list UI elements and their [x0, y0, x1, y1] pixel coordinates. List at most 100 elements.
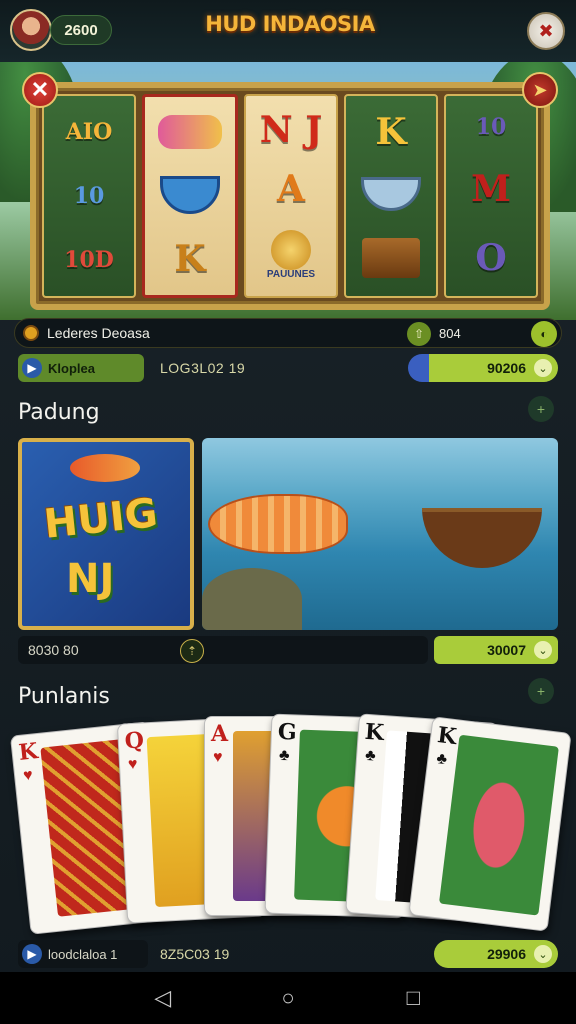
- cup-symbol: [361, 176, 421, 211]
- section-title-second: Punlanis: [18, 684, 110, 709]
- chest-symbol: [362, 238, 420, 279]
- chevron-down-icon: ⌄: [534, 641, 552, 659]
- coin-balance: 2600: [50, 15, 112, 45]
- feature-value-pill[interactable]: 30007 ⌄: [434, 636, 558, 664]
- arrow-icon: ➤: [532, 79, 548, 100]
- info-row-2: ▶ loodclaloa 1 8Z5C03 19 29906 ⌄: [0, 940, 576, 970]
- value-text: 90206: [487, 360, 526, 376]
- card-suit: ♣: [364, 746, 377, 765]
- coin-symbol: [271, 230, 311, 271]
- reel-3-symbol-1: N J: [259, 108, 323, 151]
- bottom-pill[interactable]: ▶ loodclaloa 1: [18, 940, 148, 968]
- card-rank: Q: [124, 727, 145, 755]
- settings-button[interactable]: ✖: [527, 12, 565, 50]
- recents-square-icon: □: [406, 985, 420, 1010]
- reel-4-symbol-1: K: [375, 110, 407, 153]
- reel-1-symbol-1: AIO: [65, 119, 113, 145]
- players-icon: ⇧: [407, 322, 431, 346]
- play-icon: ▶: [22, 944, 42, 964]
- candy-symbol: [158, 114, 222, 149]
- reel-2-symbol-3: K: [174, 238, 206, 281]
- card-rank: K: [363, 718, 385, 747]
- coin-balance-value: 2600: [64, 21, 98, 39]
- feature-info-bar: 8030 80 ⇡: [18, 636, 428, 664]
- fish-icon: [70, 454, 140, 482]
- reel-5-symbol-3: O: [475, 236, 507, 279]
- card-suit: ♥: [22, 766, 34, 785]
- info-text: LOG3L02 19: [160, 360, 246, 376]
- leaders-action-button[interactable]: ◐: [531, 321, 557, 347]
- value-pill[interactable]: 90206 ⌄: [408, 354, 558, 382]
- reel-3: N J A PAUUNES: [244, 94, 338, 298]
- close-icon: ✕: [30, 77, 50, 102]
- leaders-count: 804: [439, 326, 461, 341]
- plus-icon: +: [536, 683, 546, 699]
- chevron-down-icon: ⌄: [534, 359, 552, 377]
- section-expand-button-second[interactable]: +: [528, 678, 554, 704]
- bottom-value-pill[interactable]: 29906 ⌄: [434, 940, 558, 968]
- section-expand-button-first[interactable]: +: [528, 396, 554, 422]
- system-nav-bar: ◁ ○ □: [0, 972, 576, 1024]
- back-button[interactable]: ◁: [148, 983, 178, 1013]
- info-pill[interactable]: ▶ Kloplea: [18, 354, 144, 382]
- chevron-down-icon: ⌄: [534, 945, 552, 963]
- bottom-text: 8Z5C03 19: [160, 946, 230, 962]
- card-suit: ♥: [213, 749, 223, 766]
- rock-image: [202, 568, 302, 630]
- app-title: HUD INDAOSIA: [205, 12, 375, 36]
- feature-value-text: 30007: [487, 642, 526, 658]
- reel-2: K: [142, 94, 238, 298]
- playing-card[interactable]: K ♣: [408, 716, 572, 932]
- card-rank: A: [211, 721, 229, 747]
- home-circle-icon: ○: [281, 985, 295, 1010]
- reel-3-symbol-2: A: [277, 167, 305, 210]
- hero-word-1: HUIG: [41, 490, 160, 548]
- reel-5-symbol-1: 10: [475, 114, 507, 141]
- close-button[interactable]: ✕: [22, 72, 58, 108]
- feature-info-text: 8030 80: [28, 642, 79, 658]
- game-card-fishing[interactable]: [202, 438, 558, 630]
- card-suit: ♥: [127, 755, 138, 774]
- play-icon: ▶: [22, 358, 42, 378]
- reel-1: AIO 10 10D: [42, 94, 136, 298]
- card-rank: K: [17, 738, 40, 766]
- trophy-icon: [23, 325, 39, 341]
- slot-machine: AIO 10 10D K N J A PAUUNES K 10 M O: [0, 62, 576, 320]
- fish-image: [208, 494, 348, 554]
- section-title-first: Padung: [18, 400, 100, 425]
- top-bar: 2600 HUD INDAOSIA ✖: [0, 0, 576, 62]
- playing-cards: K ♥ Q ♥ A ♥ G ♣ K ♣ K ♣: [0, 710, 576, 940]
- bottom-value-text: 29906: [487, 946, 526, 962]
- hero-word-2: NJ: [66, 556, 115, 602]
- reel-4: K: [344, 94, 438, 298]
- card-rank: K: [435, 722, 459, 751]
- spin-button[interactable]: ➤: [522, 72, 558, 108]
- info-row-1: ▶ Kloplea LOG3L02 19 90206 ⌄: [0, 354, 576, 384]
- info-pill-label: Kloplea: [48, 360, 95, 376]
- card-suit: ♣: [278, 746, 290, 765]
- slot-frame: AIO 10 10D K N J A PAUUNES K 10 M O: [30, 82, 550, 310]
- leaders-label: Lederes Deoasa: [47, 325, 150, 341]
- bowl-symbol: [160, 175, 220, 214]
- game-card-hero[interactable]: HUIG NJ: [18, 438, 194, 630]
- reel-5: 10 M O: [444, 94, 538, 298]
- boat-image: [422, 508, 542, 568]
- avatar[interactable]: [10, 9, 52, 51]
- feature-info-icon[interactable]: ⇡: [180, 639, 204, 663]
- plus-icon: +: [536, 401, 546, 417]
- card-suit: ♣: [435, 750, 449, 769]
- reel-caption: PAUUNES: [266, 269, 316, 281]
- reel-3-symbol-3: PAUUNES: [267, 230, 315, 280]
- back-triangle-icon: ◁: [154, 985, 172, 1010]
- card-art: [438, 734, 559, 916]
- reel-1-symbol-2: 10: [73, 183, 105, 209]
- reel-1-symbol-3: 10D: [64, 247, 114, 273]
- recents-button[interactable]: □: [398, 983, 428, 1013]
- app-root: 2600 HUD INDAOSIA ✖ AIO 10 10D K N J A P…: [0, 0, 576, 1024]
- settings-icon: ✖: [538, 20, 554, 41]
- home-button[interactable]: ○: [273, 983, 303, 1013]
- bottom-pill-label: loodclaloa 1: [48, 946, 118, 962]
- reel-5-symbol-2: M: [471, 167, 511, 210]
- card-rank: G: [277, 718, 298, 746]
- leaders-bar[interactable]: Lederes Deoasa ⇧ 804 ◐: [14, 318, 562, 348]
